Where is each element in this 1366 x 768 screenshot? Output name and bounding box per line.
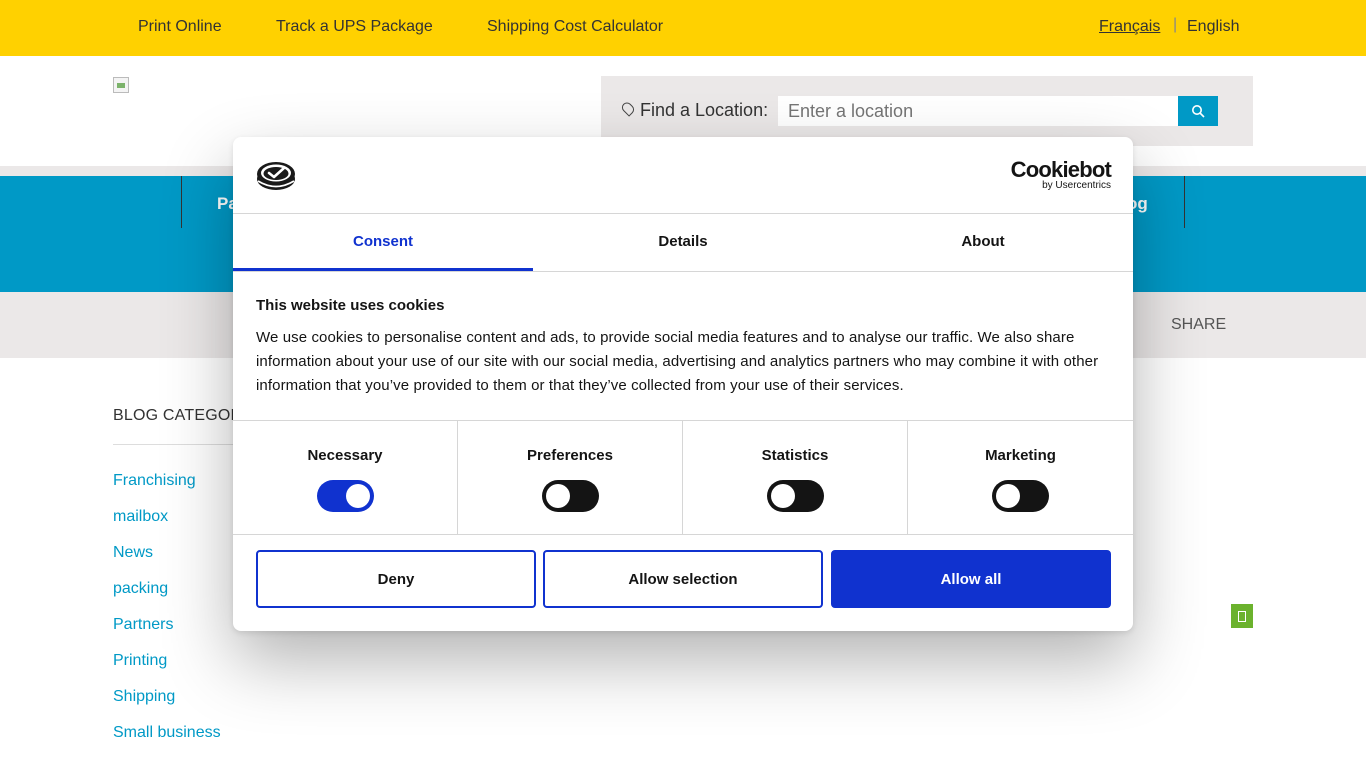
necessary-switch[interactable] bbox=[317, 480, 374, 512]
find-location-box: Find a Location: bbox=[601, 76, 1253, 146]
cookie-description: We use cookies to personalise content an… bbox=[256, 329, 1099, 394]
share-icon bbox=[1238, 610, 1246, 622]
category-link[interactable]: Shipping bbox=[113, 688, 221, 724]
tab-consent[interactable]: Consent bbox=[233, 214, 533, 271]
category-link[interactable]: Small business bbox=[113, 724, 221, 760]
language-separator: | bbox=[1173, 16, 1178, 33]
nav-divider bbox=[1184, 176, 1185, 228]
blog-categories-divider bbox=[113, 444, 253, 445]
cookiebot-brand[interactable]: Cookiebot by Usercentrics bbox=[1010, 157, 1112, 191]
statistics-switch[interactable] bbox=[767, 480, 824, 512]
switch-knob bbox=[996, 484, 1020, 508]
language-english-link[interactable]: English bbox=[1187, 18, 1239, 36]
cookiebot-wordmark: Cookiebot bbox=[1010, 157, 1112, 182]
toggle-label: Preferences bbox=[527, 447, 613, 464]
category-link[interactable]: packing bbox=[113, 580, 221, 616]
search-icon bbox=[1192, 105, 1205, 118]
cookie-consent-dialog: Cookiebot by Usercentrics Consent Detail… bbox=[233, 137, 1133, 631]
preferences-switch[interactable] bbox=[542, 480, 599, 512]
toggle-label: Necessary bbox=[307, 447, 383, 464]
share-label: SHARE bbox=[1171, 316, 1227, 333]
toggle-necessary: Necessary bbox=[233, 421, 458, 534]
blog-category-list: Franchising mailbox News packing Partner… bbox=[113, 472, 221, 760]
toggle-label: Marketing bbox=[985, 447, 1056, 464]
cookiebot-byline: by Usercentrics bbox=[1042, 180, 1111, 191]
find-location-label: Find a Location: bbox=[640, 100, 769, 120]
track-package-link[interactable]: Track a UPS Package bbox=[276, 18, 433, 36]
shipping-calculator-link[interactable]: Shipping Cost Calculator bbox=[487, 18, 663, 36]
cookie-logo-icon bbox=[257, 162, 295, 190]
category-link[interactable]: mailbox bbox=[113, 508, 221, 544]
switch-knob bbox=[546, 484, 570, 508]
switch-knob bbox=[346, 484, 370, 508]
category-link[interactable]: Printing bbox=[113, 652, 221, 688]
location-search-button[interactable] bbox=[1178, 96, 1218, 126]
category-link[interactable]: News bbox=[113, 544, 221, 580]
toggle-preferences: Preferences bbox=[458, 421, 683, 534]
toggle-label: Statistics bbox=[761, 447, 829, 464]
map-pin-icon bbox=[619, 100, 637, 117]
top-utility-bar: Print Online Track a UPS Package Shippin… bbox=[0, 0, 1366, 56]
category-link[interactable]: Partners bbox=[113, 616, 221, 652]
allow-selection-button[interactable]: Allow selection bbox=[543, 550, 823, 608]
tab-about[interactable]: About bbox=[833, 214, 1133, 271]
tab-details[interactable]: Details bbox=[533, 214, 833, 271]
site-logo-broken-image[interactable] bbox=[113, 77, 129, 93]
cookie-title: This website uses cookies bbox=[256, 297, 445, 314]
print-online-link[interactable]: Print Online bbox=[138, 18, 222, 36]
dialog-tabs: Consent Details About bbox=[233, 214, 1133, 272]
location-search-input[interactable] bbox=[778, 96, 1178, 126]
marketing-switch[interactable] bbox=[992, 480, 1049, 512]
nav-divider bbox=[181, 176, 182, 228]
category-link[interactable]: Franchising bbox=[113, 472, 221, 508]
toggle-marketing: Marketing bbox=[908, 421, 1133, 534]
cookie-category-toggles: Necessary Preferences Statistics Marketi… bbox=[233, 420, 1133, 535]
share-button[interactable] bbox=[1231, 604, 1253, 628]
dialog-header: Cookiebot by Usercentrics bbox=[233, 137, 1133, 214]
language-french-link[interactable]: Français bbox=[1099, 18, 1160, 36]
blog-categories-heading: BLOG CATEGOR bbox=[113, 407, 243, 424]
allow-all-button[interactable]: Allow all bbox=[831, 550, 1111, 608]
deny-button[interactable]: Deny bbox=[256, 550, 536, 608]
toggle-statistics: Statistics bbox=[683, 421, 908, 534]
switch-knob bbox=[771, 484, 795, 508]
